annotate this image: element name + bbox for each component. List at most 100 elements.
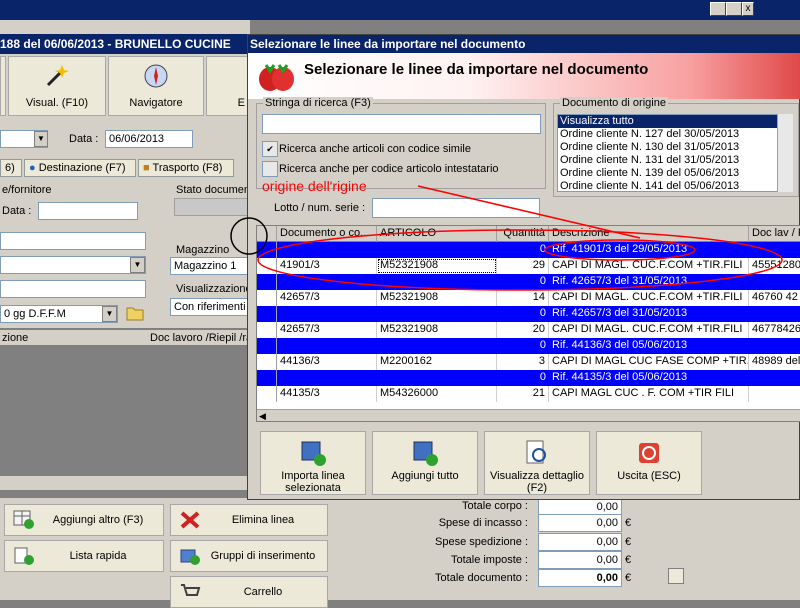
visualizza-dettaglio-button[interactable]: Visualizza dettaglio (F2) <box>484 431 590 495</box>
tab-partial[interactable]: 6) <box>0 159 22 177</box>
cliente-field[interactable] <box>0 232 146 250</box>
grid-header: Documento o co... ARTICOLO Quantità Desc… <box>257 226 800 242</box>
table-row[interactable]: 41901/3 M52321908 29 CAPI DI MAGL. CUC.F.CO… <box>257 258 800 274</box>
chk-simile-label: Ricerca anche articoli con codice simile <box>279 143 471 155</box>
add-table-icon <box>13 510 34 529</box>
aggiungi-tutto-button[interactable]: Aggiungi tutto <box>372 431 478 495</box>
origin-listbox[interactable]: Visualizza tutto Ordine cliente N. 127 d… <box>557 114 793 192</box>
table-row[interactable]: 42657/3 M52321908 20 CAPI DI MAGL. CUC.F.CO… <box>257 322 800 338</box>
scroll-left-icon[interactable]: ◀ <box>259 411 266 421</box>
col-doc-lav[interactable]: Doc lav / R <box>749 226 800 242</box>
cell-quantita: 0 <box>539 339 546 351</box>
table-row[interactable]: 0 Rif. 41901/3 del 29/05/2013 <box>257 242 800 258</box>
spese-incasso-value[interactable]: 0,00 <box>538 514 622 532</box>
cell-doc-lav <box>749 386 800 402</box>
origin-item[interactable]: Visualizza tutto <box>558 115 792 128</box>
origin-item[interactable]: Ordine cliente N. 130 del 31/05/2013 <box>558 141 792 154</box>
chevron-down-icon[interactable]: ▼ <box>102 306 117 322</box>
e-button[interactable]: E <box>206 56 250 116</box>
close-button[interactable]: x <box>742 2 754 16</box>
lotto-input[interactable] <box>372 198 540 218</box>
cell-articolo <box>377 274 497 290</box>
data-field[interactable]: 06/06/2013 <box>105 130 193 148</box>
tab-destinazione-label: Destinazione (F7) <box>38 162 126 174</box>
navigatore-button[interactable]: Navigatore <box>108 56 204 116</box>
row-selector[interactable] <box>257 290 277 306</box>
lines-scrollbar[interactable] <box>0 476 250 490</box>
gruppi-inserimento-label: Gruppi di inserimento <box>210 550 316 562</box>
totale-corpo-label: Totale corpo : <box>461 500 528 512</box>
table-row[interactable]: 44136/3 M2200162 3 CAPI DI MAGL CUC FASE CO… <box>257 354 800 370</box>
row-selector[interactable] <box>257 274 277 290</box>
row-selector[interactable] <box>257 322 277 338</box>
data2-field[interactable] <box>38 202 138 220</box>
importa-linea-button[interactable]: Importa linea selezionata <box>260 431 366 495</box>
compass-icon <box>144 64 168 88</box>
chk-intestatario-label: Ricerca anche per codice articolo intest… <box>279 163 499 175</box>
col-documento[interactable]: Documento o co... <box>277 226 377 242</box>
row-selector[interactable] <box>257 338 277 354</box>
cell-articolo: M52321908 <box>377 258 497 274</box>
origin-scrollbar[interactable] <box>777 114 793 192</box>
origin-item[interactable]: Ordine cliente N. 141 del 05/06/2013 <box>558 180 792 191</box>
lista-rapida-button[interactable]: Lista rapida <box>4 540 164 572</box>
row-selector[interactable] <box>257 306 277 322</box>
col-quantita[interactable]: Quantità <box>497 226 549 242</box>
table-row[interactable]: 44135/3 M54326000 21 CAPI MAGL CUC . F. COM… <box>257 386 800 402</box>
search-input[interactable] <box>262 114 541 134</box>
carrello-button[interactable]: Carrello <box>170 576 328 608</box>
cell-descrizione: Rif. 41901/3 del 29/05/2013 <box>552 243 688 255</box>
cell-documento: 42657/3 <box>277 322 377 338</box>
col-articolo[interactable]: ARTICOLO <box>377 226 497 242</box>
cell-quantita: 0 <box>539 307 546 319</box>
elimina-linea-button[interactable]: Elimina linea <box>170 504 328 536</box>
add-all-icon <box>413 441 438 466</box>
magazzino-field[interactable]: Magazzino 1 <box>170 257 250 275</box>
grid-scrollbar[interactable]: ◀ <box>257 409 800 421</box>
col-descrizione[interactable]: Descrizione <box>549 226 749 242</box>
truck-icon: ■ <box>143 162 150 174</box>
chk-simile[interactable]: ✔ <box>262 141 278 157</box>
cell-documento: 44135/3 <box>277 386 377 402</box>
spese-incasso-label: Spese di incasso : <box>438 517 528 529</box>
euro-unit: € <box>625 517 632 529</box>
cell-quantita: 0 <box>539 275 546 287</box>
cell-doc-lav: 48989 del <box>749 354 800 370</box>
table-row[interactable]: 0 Rif. 42657/3 del 31/05/2013 <box>257 306 800 322</box>
tab-destinazione[interactable]: ● Destinazione (F7) <box>24 159 136 177</box>
origin-item[interactable]: Ordine cliente N. 131 del 31/05/2013 <box>558 154 792 167</box>
row-selector[interactable] <box>257 242 277 258</box>
row-selector[interactable] <box>257 370 277 386</box>
table-row[interactable]: 0 Rif. 44136/3 del 05/06/2013 <box>257 338 800 354</box>
indirizzo-field[interactable] <box>0 280 146 298</box>
minimize-button[interactable] <box>710 2 726 16</box>
visualizzazione-field[interactable]: Con riferimenti <box>170 298 250 316</box>
tab-trasporto[interactable]: ■ Trasporto (F8) <box>138 159 234 177</box>
origin-item[interactable]: Ordine cliente N. 127 del 30/05/2013 <box>558 128 792 141</box>
folder-icon[interactable] <box>126 304 144 322</box>
cart-icon <box>181 584 201 596</box>
toolbar-button-partial[interactable] <box>0 56 6 116</box>
aggiungi-altro-label: Aggiungi altro (F3) <box>52 514 144 526</box>
cliente-select[interactable] <box>0 256 146 274</box>
chevron-down-icon[interactable]: ▼ <box>130 257 145 273</box>
table-row[interactable]: 0 Rif. 44135/3 del 05/06/2013 <box>257 370 800 386</box>
pagamento-field[interactable]: 0 gg D.F.F.M <box>0 305 118 323</box>
row-selector[interactable] <box>257 258 277 274</box>
uscita-button[interactable]: Uscita (ESC) <box>596 431 702 495</box>
visual-button[interactable]: Visual. (F10) <box>8 56 106 116</box>
gruppi-inserimento-button[interactable]: Gruppi di inserimento <box>170 540 328 572</box>
table-row[interactable]: 42657/3 M52321908 14 CAPI DI MAGL. CUC.F.CO… <box>257 290 800 306</box>
origin-item[interactable]: Ordine cliente N. 139 del 05/06/2013 <box>558 167 792 180</box>
aggiungi-altro-button[interactable]: Aggiungi altro (F3) <box>4 504 164 536</box>
chevron-down-icon[interactable]: ▼ <box>34 131 48 147</box>
cell-doc-lav <box>749 370 800 386</box>
zoom-icon[interactable] <box>668 568 684 584</box>
table-row[interactable]: 0 Rif. 42657/3 del 31/05/2013 <box>257 274 800 290</box>
chk-intestatario[interactable] <box>262 161 278 177</box>
maximize-button[interactable] <box>726 2 742 16</box>
row-selector[interactable] <box>257 354 277 370</box>
spese-spedizione-value[interactable]: 0,00 <box>538 533 622 551</box>
magazzino-label: Magazzino <box>176 244 230 256</box>
row-selector[interactable] <box>257 386 277 402</box>
